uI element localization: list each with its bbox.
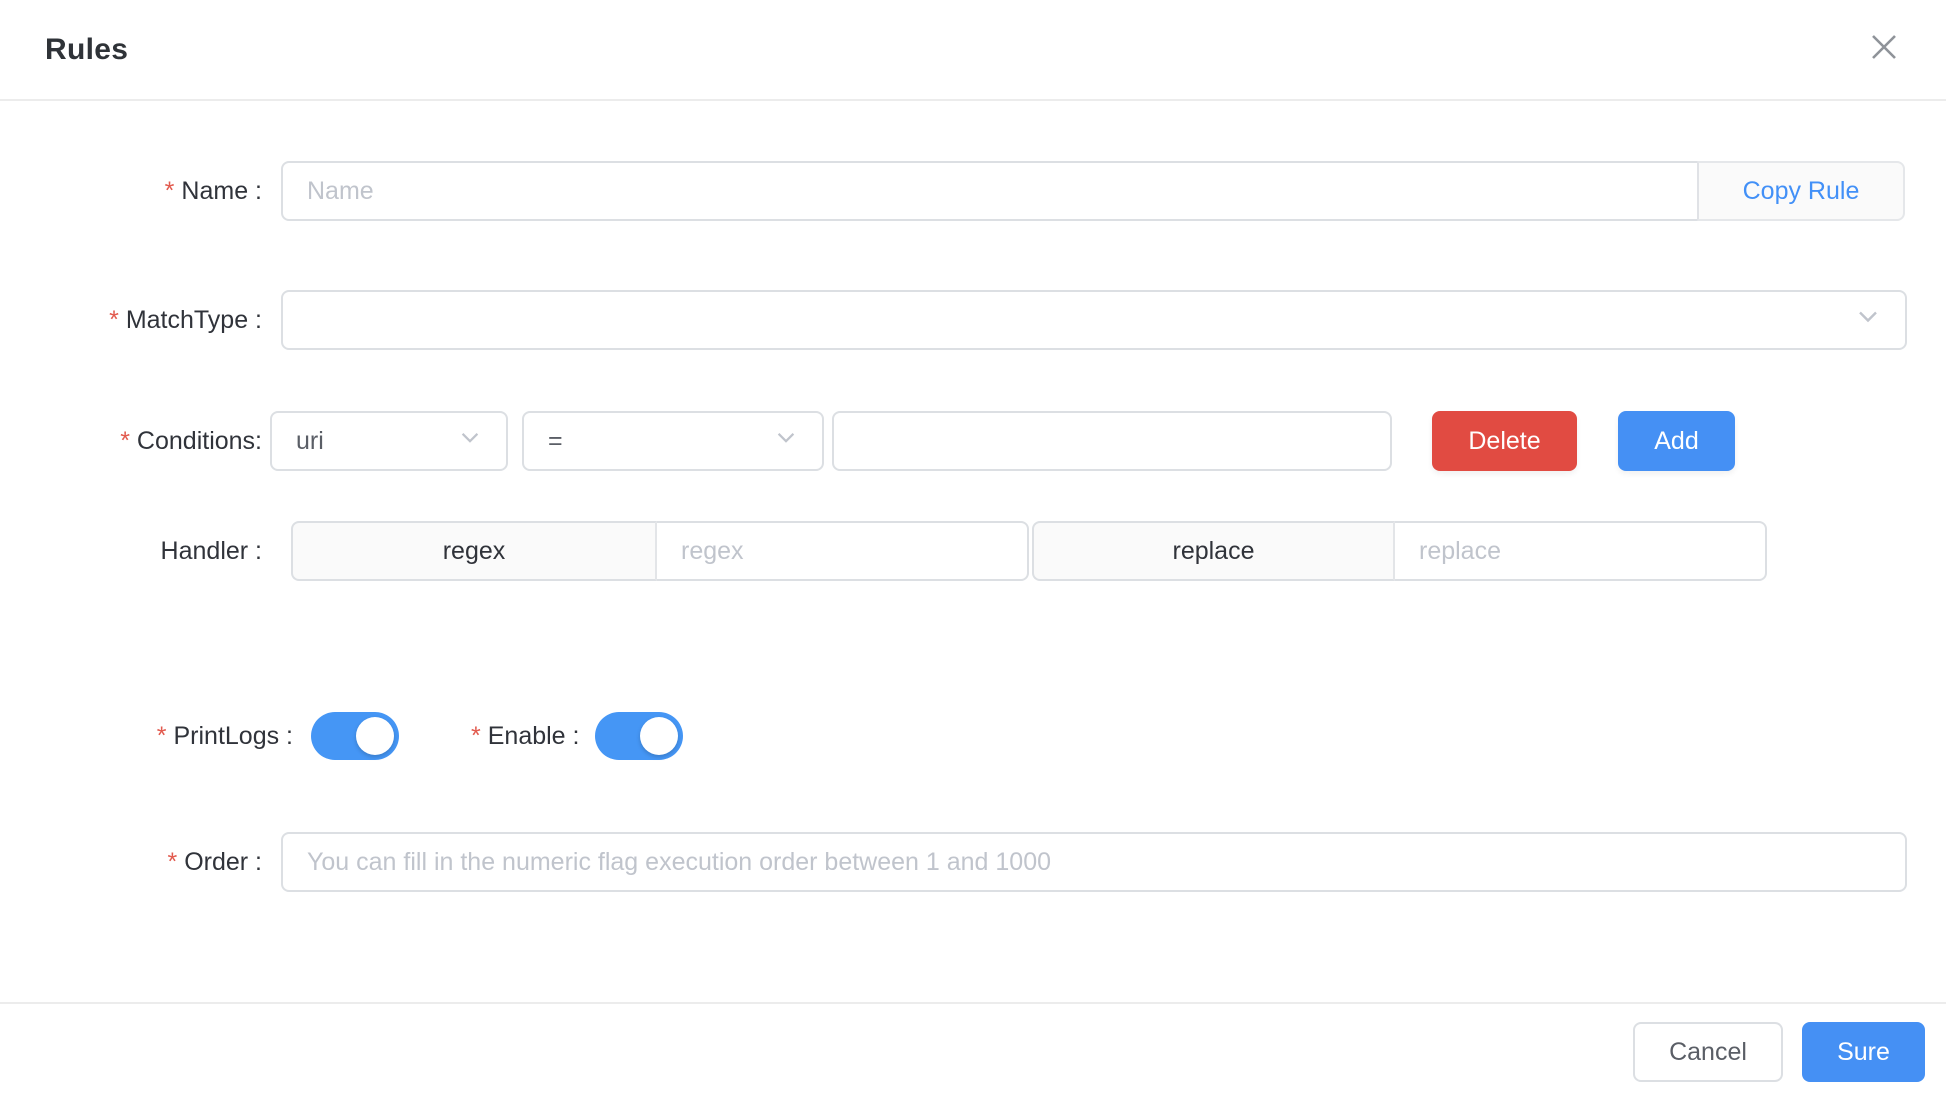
required-asterisk: *: [164, 176, 175, 205]
copy-rule-button[interactable]: Copy Rule: [1697, 161, 1905, 221]
condition-value-input[interactable]: [832, 411, 1392, 471]
rules-modal: Rules *Name : Copy Rule *MatchType :: [0, 0, 1946, 1100]
matchtype-form-row: * MatchType :: [0, 290, 1946, 350]
modal-header: Rules: [0, 0, 1946, 101]
sure-button[interactable]: Sure: [1802, 1022, 1925, 1082]
printlogs-label: * PrintLogs :: [156, 721, 293, 750]
order-input[interactable]: [281, 832, 1907, 892]
add-condition-button[interactable]: Add: [1618, 411, 1735, 471]
cancel-button[interactable]: Cancel: [1633, 1022, 1783, 1082]
condition-field-value: uri: [296, 426, 324, 455]
condition-field-select[interactable]: uri: [270, 411, 508, 471]
chevron-down-icon: [774, 426, 798, 457]
order-form-row: * Order :: [0, 832, 1946, 892]
replace-input-group: replace: [1032, 521, 1767, 581]
toggles-form-row: * PrintLogs : * Enable :: [0, 712, 1946, 760]
close-button[interactable]: [1862, 28, 1906, 72]
conditions-label: * Conditions:: [120, 426, 262, 455]
name-label: * Name :: [164, 176, 262, 205]
chevron-down-icon: [458, 426, 482, 457]
regex-input[interactable]: [657, 521, 1029, 581]
regex-addon-label: regex: [291, 521, 657, 581]
toggle-knob: [640, 717, 679, 755]
condition-operator-value: =: [548, 426, 563, 455]
matchtype-select[interactable]: [281, 290, 1907, 350]
modal-body: *Name : Copy Rule *MatchType : *Conditio…: [0, 101, 1946, 892]
order-label: * Order :: [167, 847, 262, 876]
replace-addon-label: replace: [1032, 521, 1395, 581]
required-asterisk: *: [109, 305, 119, 334]
conditions-form-row: * Conditions: uri = Delete Add: [0, 411, 1946, 471]
matchtype-label: * MatchType :: [109, 305, 262, 334]
required-asterisk: *: [120, 426, 130, 455]
chevron-down-icon: [1855, 304, 1881, 337]
required-asterisk: *: [156, 721, 167, 750]
name-input[interactable]: [281, 161, 1699, 221]
handler-form-row: Handler : regex replace: [0, 521, 1946, 581]
name-input-group: Copy Rule: [281, 161, 1905, 221]
handler-label: Handler :: [160, 536, 262, 565]
required-asterisk: *: [167, 847, 178, 876]
toggle-knob: [356, 717, 394, 755]
delete-condition-button[interactable]: Delete: [1432, 411, 1577, 471]
condition-operator-select[interactable]: =: [522, 411, 824, 471]
required-asterisk: *: [471, 721, 481, 750]
modal-title: Rules: [45, 32, 129, 66]
printlogs-toggle[interactable]: [311, 712, 399, 760]
name-form-row: *Name : Copy Rule: [0, 161, 1946, 221]
enable-label: * Enable :: [471, 721, 580, 750]
modal-footer: Cancel Sure: [0, 1002, 1946, 1100]
regex-input-group: regex: [291, 521, 1029, 581]
close-icon: [1869, 32, 1899, 67]
replace-input[interactable]: [1395, 521, 1767, 581]
enable-toggle[interactable]: [595, 712, 684, 760]
